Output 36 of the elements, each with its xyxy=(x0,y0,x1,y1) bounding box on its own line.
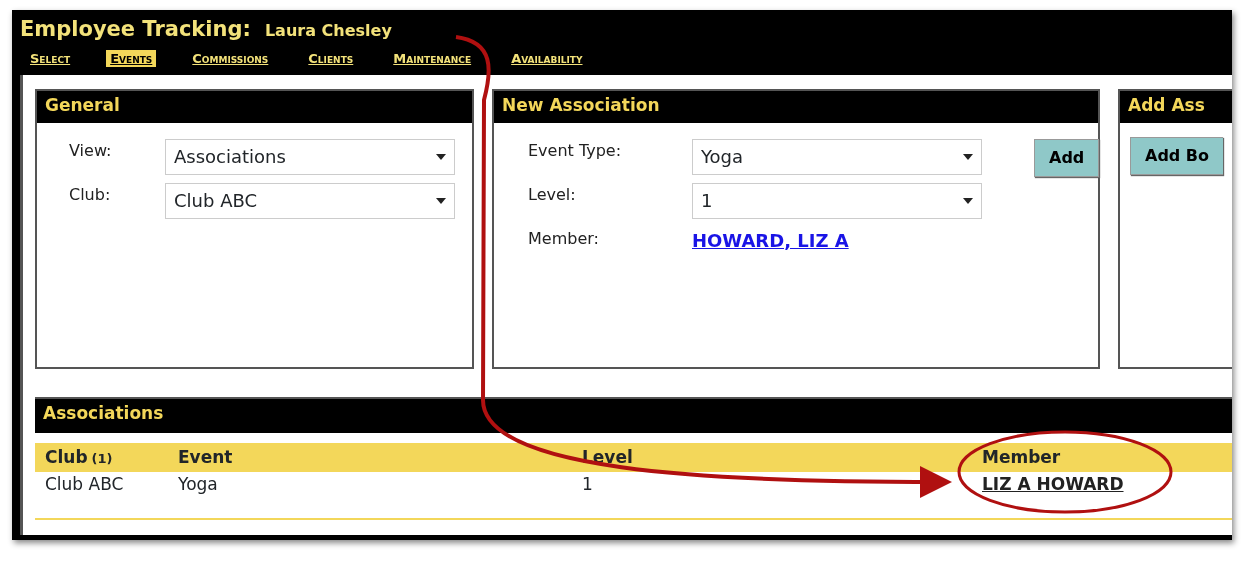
member-link[interactable]: HOWARD, LIZ A xyxy=(692,226,849,254)
nav-tab[interactable]: Select xyxy=(26,49,75,67)
panel-title: New Association xyxy=(502,94,660,115)
field-label: Level: xyxy=(528,183,577,206)
caret-icon xyxy=(436,197,446,204)
nav-tab[interactable]: Maintenance xyxy=(389,49,476,67)
add-button[interactable]: Add Bo xyxy=(1130,136,1224,175)
add-button[interactable]: Add xyxy=(1034,138,1100,177)
app-title: Employee Tracking: xyxy=(20,17,251,41)
field-label: Member: xyxy=(528,227,600,250)
select-field[interactable]: Associations xyxy=(165,138,455,175)
select-field[interactable]: 1 xyxy=(692,182,982,219)
panel-title: Add Ass xyxy=(1128,94,1205,115)
caret-icon xyxy=(963,197,973,204)
caret-icon xyxy=(963,153,973,160)
table-cell: Club ABC xyxy=(45,474,124,494)
panel-title: General xyxy=(45,94,120,115)
field-label: Event Type: xyxy=(528,139,623,162)
member-link[interactable]: LIZ A HOWARD xyxy=(982,474,1124,494)
column-header: Club xyxy=(45,446,88,467)
nav-tab[interactable]: Events xyxy=(106,49,157,67)
column-header: Event xyxy=(178,446,233,467)
caret-icon xyxy=(436,153,446,160)
nav-tab[interactable]: Availability xyxy=(507,49,587,67)
nav-tab[interactable]: Clients xyxy=(304,49,358,67)
employee-name: Laura Chesley xyxy=(264,21,392,40)
table-cell: 1 xyxy=(582,474,593,494)
row-count: (1) xyxy=(91,450,113,466)
field-label: View: xyxy=(69,139,113,162)
table-cell: Yoga xyxy=(178,474,218,494)
nav-tab[interactable]: Commissions xyxy=(188,49,273,67)
select-field[interactable]: Yoga xyxy=(692,138,982,175)
column-header: Member xyxy=(982,446,1061,467)
field-label: Club: xyxy=(69,183,112,206)
section-title: Associations xyxy=(43,402,164,423)
select-field[interactable]: Club ABC xyxy=(165,182,455,219)
